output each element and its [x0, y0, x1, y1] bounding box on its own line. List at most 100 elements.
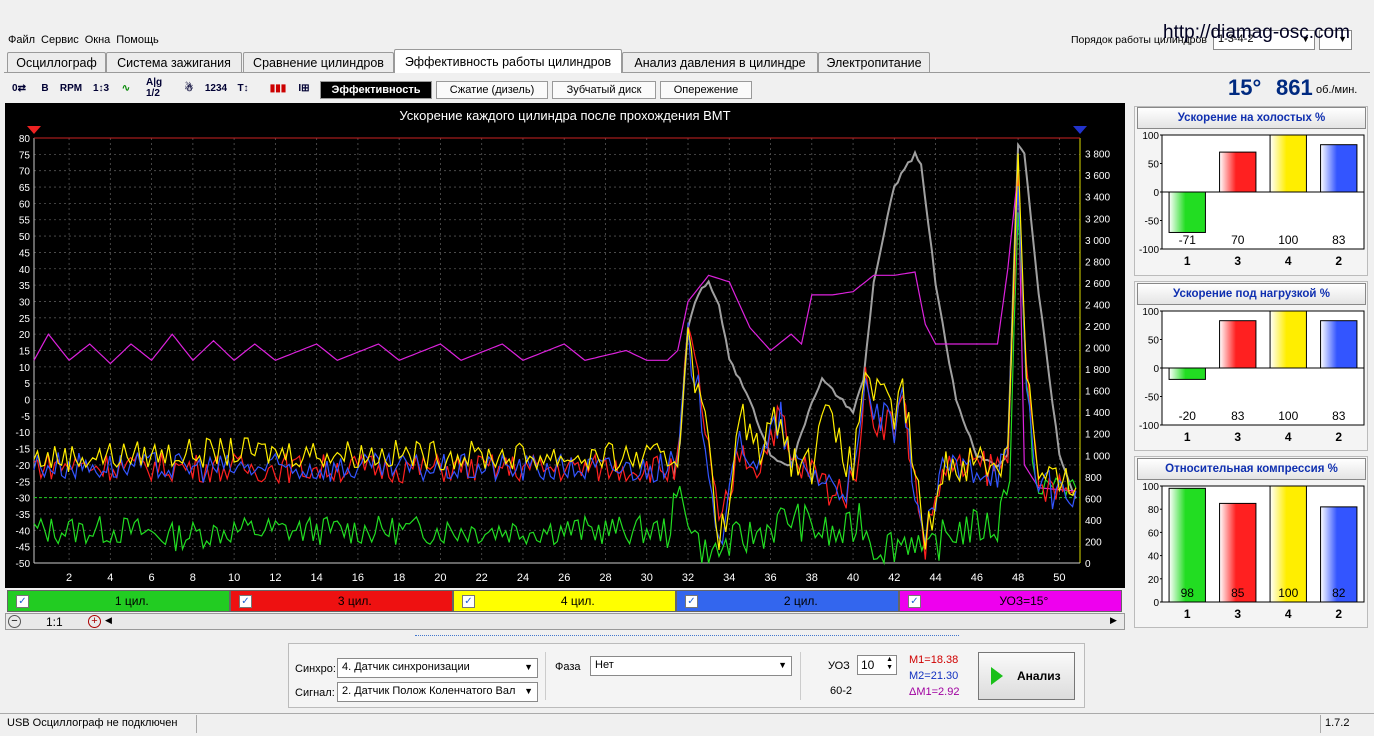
- tab-ignition[interactable]: Система зажигания: [106, 52, 242, 73]
- site-url[interactable]: http://diamag-osc.com: [1163, 22, 1350, 44]
- scroll-left-icon[interactable]: ◀: [105, 615, 112, 626]
- zoom-out-icon[interactable]: −: [8, 615, 21, 628]
- checkbox-icon[interactable]: ✓: [685, 594, 698, 608]
- sort-icon[interactable]: 1↕3: [91, 78, 111, 98]
- analyze-button[interactable]: Анализ: [978, 652, 1075, 700]
- bar-value-label: -71: [1179, 233, 1197, 247]
- bar: [1320, 320, 1358, 369]
- y-tick-label: 75: [19, 150, 31, 161]
- checkbox-icon[interactable]: ✓: [16, 594, 29, 608]
- bold-icon[interactable]: B: [35, 78, 55, 98]
- signal-select[interactable]: 2. Датчик Полож Коленчатого Вал ▼: [337, 682, 538, 702]
- y-tick-label: 65: [19, 183, 31, 194]
- bar-chart: 100 50 0 -50 -100 -20 1 83 3 100 4 83 2: [1139, 307, 1365, 444]
- bar-category-label: 2: [1335, 607, 1342, 621]
- subtab-advance[interactable]: Опережение: [660, 81, 752, 99]
- chevron-down-icon: ▼: [524, 662, 533, 672]
- splitter[interactable]: [415, 635, 959, 640]
- chart-title: Ускорение каждого цилиндра после прохожд…: [399, 108, 730, 123]
- legend-toggle[interactable]: ✓ УОЗ=15°: [899, 590, 1122, 612]
- x-tick-label: 38: [806, 572, 818, 584]
- bar-value-label: -20: [1179, 409, 1197, 423]
- menu-windows[interactable]: Окна: [85, 34, 111, 46]
- x-tick-label: 20: [434, 572, 446, 584]
- x-tick-label: 46: [971, 572, 983, 584]
- zoom-scroll-row: [5, 613, 1125, 630]
- subtab-compression[interactable]: Сжатие (дизель): [436, 81, 548, 99]
- checkbox-icon[interactable]: ✓: [908, 594, 921, 608]
- bar-category-label: 2: [1335, 254, 1342, 268]
- numbers-icon[interactable]: 1234: [205, 78, 227, 98]
- menu-service[interactable]: Сервис: [41, 34, 79, 46]
- y-tick-label: 0: [1153, 364, 1159, 375]
- filter-icon[interactable]: T↕: [233, 78, 253, 98]
- y-tick-label: -50: [16, 559, 31, 570]
- bar: [1219, 151, 1257, 193]
- bars-icon[interactable]: ▮▮▮: [268, 78, 288, 98]
- y-tick-label: 100: [1142, 307, 1159, 318]
- spin-arrows-icon[interactable]: ▲ ▼: [886, 656, 893, 672]
- signal-value: 2. Датчик Полож Коленчатого Вал: [342, 685, 516, 697]
- marker-m1: M1=18.38: [909, 654, 959, 666]
- zoom-in-icon[interactable]: +: [88, 615, 101, 628]
- y-tick-label: 45: [19, 248, 31, 259]
- x-tick-label: 32: [682, 572, 694, 584]
- subtab-gear-disc[interactable]: Зубчатый диск: [552, 81, 656, 99]
- tab-power[interactable]: Электропитание: [818, 52, 930, 73]
- subtab-efficiency[interactable]: Эффективность: [320, 81, 432, 99]
- tab-oscilloscope[interactable]: Осциллограф: [7, 52, 106, 73]
- bar-category-label: 3: [1234, 254, 1241, 268]
- tab-pressure[interactable]: Анализ давления в цилиндре: [622, 52, 818, 73]
- tab-efficiency[interactable]: Эффективность работы цилиндров: [394, 49, 622, 73]
- legend-toggle[interactable]: ✓ 2 цил.: [676, 590, 899, 612]
- x-tick-label: 24: [517, 572, 529, 584]
- menu-file[interactable]: Файл: [8, 34, 35, 46]
- uoz-value: 10: [861, 658, 875, 672]
- curve-icon[interactable]: ∿: [116, 78, 136, 98]
- teeth-label: 60-2: [830, 685, 853, 697]
- y2-tick-label: 3 000: [1085, 236, 1110, 247]
- y-tick-label: 80: [1148, 505, 1160, 516]
- alg-icon[interactable]: A|g 1/2: [146, 77, 166, 99]
- rpm-icon[interactable]: RPM: [60, 78, 82, 98]
- scroll-right-icon[interactable]: ▶: [1110, 615, 1117, 626]
- y2-tick-label: 2 000: [1085, 344, 1110, 355]
- legend-label: УОЗ=15°: [999, 594, 1049, 608]
- y-tick-label: 50: [1148, 160, 1160, 171]
- bar-value-label: 85: [1231, 586, 1245, 600]
- efficiency-chart[interactable]: Ускорение каждого цилиндра после прохожд…: [5, 103, 1125, 588]
- version: 1.7.2: [1325, 717, 1350, 729]
- x-tick-label: 36: [764, 572, 776, 584]
- status-text: USB Осциллограф не подключен: [7, 717, 178, 729]
- cylinder-icon[interactable]: I⊞: [294, 78, 314, 98]
- sync-select[interactable]: 4. Датчик синхронизации ▼: [337, 658, 538, 678]
- y-tick-label: -5: [21, 412, 30, 423]
- bar-value-label: 100: [1278, 233, 1298, 247]
- bar-value-label: 83: [1332, 233, 1346, 247]
- marker-delta: ΔM1=2.92: [909, 686, 960, 698]
- y-tick-label: -25: [16, 477, 31, 488]
- chevron-down-icon: ▼: [778, 660, 787, 670]
- legend-label: 2 цил.: [783, 594, 818, 608]
- uoz-stepper[interactable]: 10 ▲ ▼: [857, 655, 897, 675]
- bar-panel-title: Относительная компрессия %: [1137, 458, 1366, 480]
- x-tick-label: 40: [847, 572, 859, 584]
- checkbox-icon[interactable]: ✓: [239, 594, 252, 608]
- y-tick-label: 40: [1148, 552, 1160, 563]
- legend-toggle[interactable]: ✓ 4 цил.: [453, 590, 676, 612]
- checkbox-icon[interactable]: ✓: [462, 594, 475, 608]
- menu-help[interactable]: Помощь: [116, 34, 159, 46]
- bar-value-label: 100: [1278, 586, 1298, 600]
- x-tick-label: 42: [888, 572, 900, 584]
- phase-select[interactable]: Нет ▼: [590, 656, 792, 676]
- zero-offset-icon[interactable]: 0⇄: [9, 78, 29, 98]
- bar: [1168, 487, 1206, 603]
- y-tick-label: 5: [24, 379, 30, 390]
- tab-cylinder-compare[interactable]: Сравнение цилиндров: [243, 52, 394, 73]
- y-tick-label: -50: [1145, 217, 1160, 228]
- divider: [800, 652, 801, 700]
- y2-tick-label: 2 600: [1085, 279, 1110, 290]
- legend-toggle[interactable]: ✓ 1 цил.: [7, 590, 230, 612]
- legend-toggle[interactable]: ✓ 3 цил.: [230, 590, 453, 612]
- person-icon[interactable]: ☃: [179, 78, 199, 98]
